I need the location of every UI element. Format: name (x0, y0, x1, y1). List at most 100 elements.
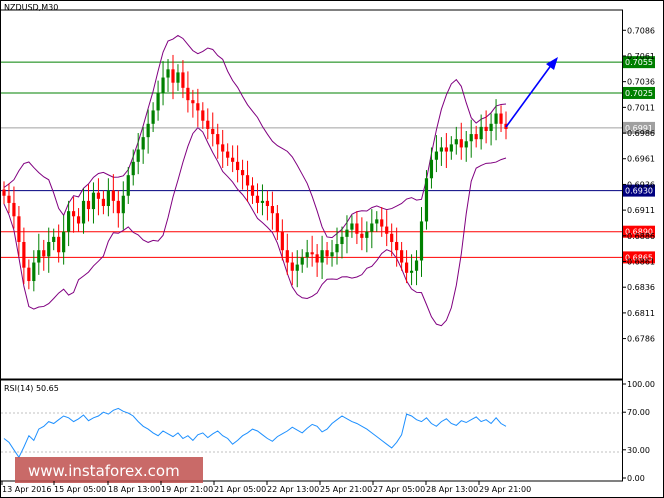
candle-body (101, 198, 106, 207)
price-tick-label: 0.6811 (627, 309, 655, 318)
candle-body (320, 250, 324, 263)
price-tick-label: 0.6986 (627, 129, 655, 138)
time-tick-label: 28 Apr 13:00 (426, 485, 478, 494)
price-tick-label: 0.7036 (627, 78, 655, 87)
candle-body (464, 141, 468, 148)
candle-body (226, 151, 230, 158)
candle-body (380, 219, 384, 227)
candle-body (424, 178, 429, 222)
candle-body (201, 110, 205, 121)
candle-body (196, 103, 200, 111)
candle-body (96, 192, 101, 199)
candle-body (340, 236, 344, 245)
candle-body (221, 144, 225, 152)
candle-body (250, 185, 255, 196)
candle-body (494, 113, 498, 124)
candle-body (231, 157, 235, 162)
candle-body (385, 226, 389, 234)
candle-body (489, 123, 493, 131)
candle-body (375, 219, 379, 224)
candle-body (419, 221, 424, 261)
candle-body (116, 200, 120, 214)
time-tick-label: 19 Apr 21:00 (161, 485, 213, 494)
candle-body (216, 134, 220, 145)
candle-body (176, 72, 180, 83)
candle-body (454, 139, 458, 145)
candle-body (181, 72, 185, 88)
watermark-text: www.instaforex.com (28, 462, 180, 480)
candle-body (325, 250, 329, 257)
time-tick-label: 15 Apr 05:00 (54, 485, 106, 494)
candle-body (7, 195, 11, 203)
time-tick-label: 13 Apr 2016 (2, 485, 51, 494)
candle-body (335, 244, 339, 253)
candle-body (12, 202, 16, 217)
candle-body (22, 241, 26, 268)
candle-body (270, 206, 274, 214)
candle-body (434, 151, 439, 160)
candle-body (191, 100, 195, 104)
candle-body (280, 231, 284, 251)
candle-body (106, 190, 110, 207)
candle-body (236, 161, 240, 171)
candle-body (47, 241, 51, 257)
price-tick-label: 0.7086 (627, 26, 655, 35)
time-tick-label: 29 Apr 21:00 (479, 485, 531, 494)
candle-body (265, 200, 270, 207)
price-tick-label: 0.6786 (627, 335, 655, 344)
candle-body (295, 264, 299, 271)
candle-body (444, 147, 448, 152)
candle-body (17, 216, 21, 242)
candle-body (111, 190, 115, 201)
candle-body (27, 267, 31, 282)
candle-body (474, 134, 478, 140)
time-tick-label: 27 Apr 05:00 (373, 485, 425, 494)
candle-body (449, 144, 453, 152)
candle-body (275, 213, 279, 232)
candle-body (136, 149, 140, 162)
rsi-tick-label: 100.00 (627, 380, 655, 389)
candle-body (211, 128, 215, 135)
candle-body (285, 250, 289, 263)
price-tick-label: 0.7011 (627, 103, 655, 112)
candle-body (255, 195, 260, 203)
candle-body (350, 223, 354, 230)
candle-body (52, 236, 56, 242)
price-tick-label: 0.6936 (627, 180, 655, 189)
candle-body (161, 77, 165, 93)
candle-body (186, 87, 190, 101)
level-label: 0.7025 (625, 89, 653, 98)
price-tick-label: 0.6961 (627, 155, 655, 164)
time-tick-label: 18 Apr 13:00 (108, 485, 160, 494)
rsi-label: RSI(14) 50.65 (4, 384, 59, 393)
candle-body (67, 211, 71, 232)
time-tick-label: 21 Apr 05:00 (214, 485, 266, 494)
candle-body (499, 113, 503, 124)
rsi-tick-label: 70.00 (627, 408, 650, 417)
candle-body (355, 223, 359, 234)
rsi-tick-label: 0.00 (627, 474, 645, 483)
candle-body (42, 250, 46, 257)
candle-body (330, 252, 334, 257)
price-tick-label: 0.6886 (627, 232, 655, 241)
candle-body (32, 262, 36, 282)
candle-body (121, 195, 125, 214)
candle-body (429, 159, 434, 179)
candle-body (126, 175, 130, 196)
candle-body (245, 175, 250, 186)
price-tick-label: 0.6836 (627, 283, 655, 292)
candle-body (206, 120, 210, 129)
candle-body (91, 192, 96, 210)
candle-body (370, 223, 374, 232)
candle-body (240, 170, 245, 176)
candle-body (2, 189, 6, 196)
candle-body (146, 123, 150, 138)
candle-body (365, 231, 369, 238)
candle-body (315, 254, 319, 263)
candle-body (360, 233, 364, 238)
candle-body (86, 200, 91, 210)
candle-body (81, 200, 86, 224)
candle-body (305, 252, 309, 258)
candle-body (300, 257, 304, 265)
watermark: www.instaforex.com (15, 457, 203, 483)
